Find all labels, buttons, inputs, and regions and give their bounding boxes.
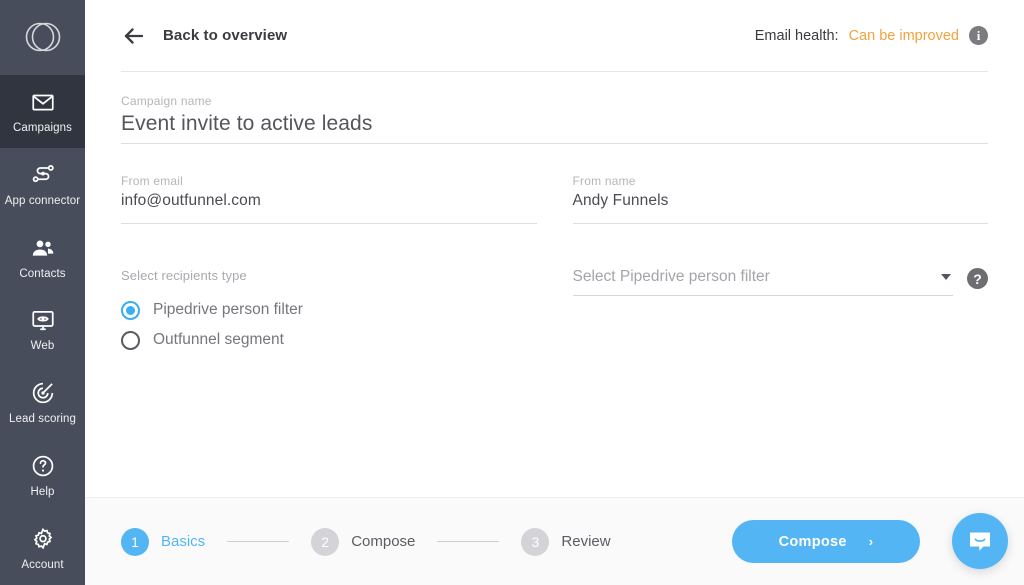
from-name-input[interactable]: Andy Funnels — [572, 192, 988, 224]
radio-label: Outfunnel segment — [153, 331, 284, 348]
campaign-name-field: Campaign name Event invite to active lea… — [121, 94, 988, 144]
chat-launcher-button[interactable] — [952, 513, 1008, 569]
info-icon[interactable]: i — [969, 26, 988, 45]
step-label: Compose — [351, 533, 416, 550]
back-to-overview-label: Back to overview — [163, 27, 288, 44]
sidebar-item-app-connector[interactable]: App connector — [0, 148, 85, 221]
step-separator — [437, 541, 500, 542]
gear-icon — [30, 526, 56, 552]
step-label: Basics — [161, 533, 206, 550]
wizard-stepper: 1 Basics 2 Compose 3 Review — [121, 527, 611, 556]
radio-label: Pipedrive person filter — [153, 301, 303, 318]
compose-button[interactable]: Compose › — [732, 520, 920, 563]
sidebar-item-contacts[interactable]: Contacts — [0, 221, 85, 294]
from-email-label: From email — [121, 174, 184, 188]
step-separator — [227, 541, 290, 542]
radio-indicator[interactable] — [121, 300, 140, 320]
connector-icon — [30, 162, 56, 188]
chat-smile-icon — [970, 532, 990, 551]
sidebar-item-account[interactable]: Account — [0, 512, 85, 585]
from-name-label: From name — [572, 174, 636, 188]
logo[interactable] — [0, 0, 85, 75]
step-number: 2 — [311, 527, 340, 556]
step-label: Review — [561, 533, 611, 550]
compose-button-label: Compose — [778, 533, 847, 550]
recipients-row: Select recipients type Pipedrive person … — [121, 268, 988, 355]
chevron-down-icon[interactable] — [941, 274, 951, 280]
sidebar-item-label: Help — [30, 486, 55, 499]
recipients-type-label: Select recipients type — [121, 268, 247, 283]
from-name-field: From name Andy Funnels — [572, 174, 988, 224]
sidebar-item-campaigns[interactable]: Campaigns — [0, 74, 85, 148]
step-number: 1 — [121, 527, 149, 556]
step-number: 3 — [521, 527, 550, 556]
sidebar-item-label: Campaigns — [12, 121, 73, 134]
envelope-icon — [30, 89, 56, 115]
sidebar-item-label: Web — [30, 340, 55, 353]
campaign-basics-form: Campaign name Event invite to active lea… — [85, 72, 1024, 355]
arrow-left-icon — [121, 23, 147, 49]
sidebar-item-label: Contacts — [19, 267, 66, 280]
outfunnel-logo-icon — [25, 23, 60, 52]
person-filter-group: Select Pipedrive person filter ? — [572, 268, 988, 355]
radio-outfunnel-segment[interactable]: Outfunnel segment — [121, 325, 537, 355]
person-filter-placeholder: Select Pipedrive person filter — [572, 268, 770, 285]
from-email-input[interactable]: info@outfunnel.com — [121, 192, 537, 224]
sidebar-item-web[interactable]: Web — [0, 293, 85, 366]
sidebar-item-label: Account — [21, 559, 64, 572]
recipients-type-group: Select recipients type Pipedrive person … — [121, 268, 537, 355]
question-circle-icon — [30, 453, 56, 479]
app-window: Campaigns App connector Contacts Web Lea… — [0, 0, 1024, 585]
step-basics[interactable]: 1 Basics — [121, 527, 206, 556]
radio-indicator[interactable] — [121, 330, 140, 350]
chevron-right-icon: › — [868, 534, 874, 549]
sidebar-item-label: Lead scoring — [8, 413, 77, 426]
sidebar-item-help[interactable]: Help — [0, 439, 85, 512]
person-filter-select[interactable]: Select Pipedrive person filter — [572, 268, 953, 296]
campaign-name-label: Campaign name — [121, 94, 212, 108]
sender-fields-row: From email info@outfunnel.com From name … — [121, 174, 988, 224]
page-header: Back to overview Email health: Can be im… — [121, 0, 988, 72]
email-health-value: Can be improved — [848, 27, 959, 44]
monitor-eye-icon — [30, 307, 56, 333]
step-compose[interactable]: 2 Compose — [311, 527, 416, 556]
sidebar-item-label: App connector — [4, 194, 81, 207]
sidebar-item-lead-scoring[interactable]: Lead scoring — [0, 366, 85, 439]
email-health-status: Email health: Can be improved i — [755, 26, 988, 45]
from-email-field: From email info@outfunnel.com — [121, 174, 537, 224]
radio-pipedrive-person-filter[interactable]: Pipedrive person filter — [121, 295, 537, 325]
main-content: Back to overview Email health: Can be im… — [85, 0, 1024, 585]
people-icon — [30, 235, 56, 261]
step-review[interactable]: 3 Review — [521, 527, 611, 556]
campaign-name-input[interactable]: Event invite to active leads — [121, 112, 988, 144]
target-icon — [30, 380, 56, 406]
help-icon[interactable]: ? — [967, 268, 988, 289]
sidebar: Campaigns App connector Contacts Web Lea… — [0, 0, 85, 585]
email-health-label: Email health: — [754, 27, 839, 44]
wizard-footer: 1 Basics 2 Compose 3 Review Compose › — [85, 497, 1024, 585]
back-to-overview-button[interactable]: Back to overview — [121, 23, 287, 49]
